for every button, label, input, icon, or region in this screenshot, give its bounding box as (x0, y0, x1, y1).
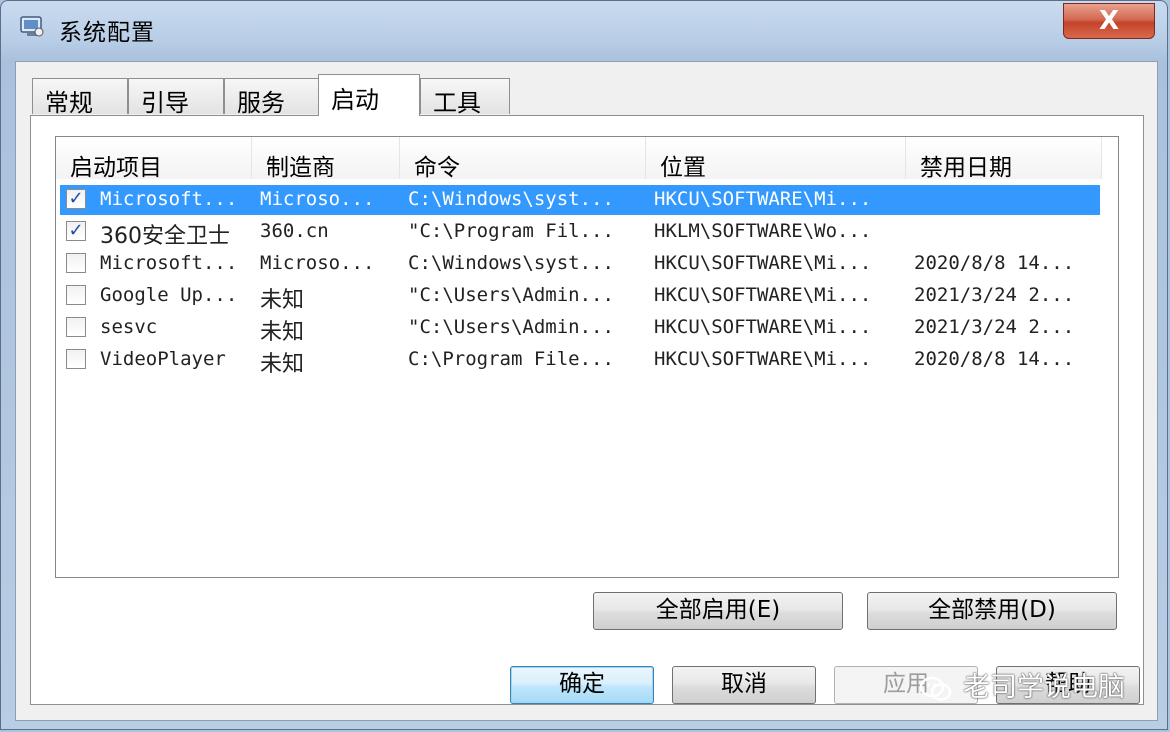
ok-button[interactable]: 确定 (510, 666, 654, 704)
cell-location: HKCU\SOFTWARE\Mi... (654, 188, 872, 210)
watermark-text: 老司学说电脑 (963, 672, 1125, 703)
cell-startup-item: VideoPlayer (100, 348, 226, 370)
cell-command: C:\Windows\syst... (408, 252, 614, 274)
tab-label: 工具 (433, 89, 481, 117)
column-header-manufacturer[interactable]: 制造商 (252, 137, 400, 181)
window-title: 系统配置 (59, 20, 155, 46)
tab-label: 服务 (237, 89, 285, 117)
cell-startup-item: Google Up... (100, 284, 238, 306)
column-header-disabled-date[interactable]: 禁用日期 (906, 137, 1102, 181)
tab-boot[interactable]: 引导 (128, 78, 224, 117)
cell-manufacturer: 未知 (260, 352, 305, 377)
tab-label: 常规 (45, 89, 93, 117)
cell-startup-item: Microsoft... (100, 252, 238, 274)
cell-disabled-date: 2021/3/24 2... (914, 316, 1075, 338)
msconfig-app-icon (19, 15, 45, 39)
cell-location: HKLM\SOFTWARE\Wo... (654, 220, 872, 242)
cell-location: HKCU\SOFTWARE\Mi... (654, 348, 872, 370)
startup-list[interactable]: 启动项目 制造商 命令 位置 禁用日期 ✓ Microsoft... Microso… (55, 136, 1119, 578)
startup-item-checkbox[interactable] (66, 349, 86, 369)
startup-item-checkbox[interactable] (66, 253, 86, 273)
cell-disabled-date: 2020/8/8 14... (914, 348, 1075, 370)
cell-manufacturer: Microso... (260, 188, 375, 210)
tab-label: 启动 (331, 86, 379, 114)
tab-label: 引导 (141, 89, 189, 117)
tab-startup[interactable]: 启动 (318, 74, 420, 116)
table-row[interactable]: Microsoft... Microso... C:\Windows\syst...… (60, 249, 1100, 279)
enable-all-button[interactable]: 全部启用(E) (593, 592, 843, 630)
cell-disabled-date: 2020/8/8 14... (914, 252, 1075, 274)
cell-startup-item: sesvc (100, 316, 158, 338)
cell-command: "C:\Program Fil... (408, 220, 614, 242)
cancel-button[interactable]: 取消 (672, 666, 816, 704)
startup-item-checkbox[interactable]: ✓ (66, 221, 86, 241)
cell-location: HKCU\SOFTWARE\Mi... (654, 316, 872, 338)
cell-manufacturer: 未知 (260, 288, 305, 313)
cell-location: HKCU\SOFTWARE\Mi... (654, 284, 872, 306)
table-row[interactable]: VideoPlayer 未知 C:\Program File... HKCU\SOFT… (60, 345, 1100, 377)
table-row[interactable]: Google Up... 未知 "C:\Users\Admin... HKCU\SOF… (60, 281, 1100, 313)
list-header: 启动项目 制造商 命令 位置 禁用日期 (56, 137, 1118, 181)
cell-manufacturer: 360.cn (260, 220, 329, 242)
table-row[interactable]: ✓ 360安全卫士 360.cn "C:\Program Fil... HKLM\SOF… (60, 217, 1100, 249)
cell-command: C:\Windows\syst... (408, 188, 614, 210)
cell-manufacturer: Microso... (260, 252, 375, 274)
disable-all-button[interactable]: 全部禁用(D) (867, 592, 1117, 630)
tab-general[interactable]: 常规 (32, 78, 128, 117)
table-row[interactable]: ✓ Microsoft... Microso... C:\Windows\syst..… (60, 185, 1100, 215)
column-header-location[interactable]: 位置 (646, 137, 906, 181)
table-row[interactable]: sesvc 未知 "C:\Users\Admin... HKCU\SOFTWARE\M… (60, 313, 1100, 345)
cell-manufacturer: 未知 (260, 320, 305, 345)
cell-command: "C:\Users\Admin... (408, 284, 614, 306)
cell-disabled-date: 2021/3/24 2... (914, 284, 1075, 306)
startup-item-checkbox[interactable] (66, 285, 86, 305)
cell-command: "C:\Users\Admin... (408, 316, 614, 338)
cell-startup-item: 360安全卫士 (100, 224, 230, 249)
close-icon: X (1098, 6, 1120, 36)
tab-services[interactable]: 服务 (224, 78, 320, 117)
wechat-icon (919, 675, 953, 703)
cell-command: C:\Program File... (408, 348, 614, 370)
column-header-startup-item[interactable]: 启动项目 (56, 137, 252, 181)
client-area: 常规 引导 服务 启动 工具 启动项目 制造商 命令 位置 禁用日期 ✓ Micr… (15, 61, 1158, 721)
cell-startup-item: Microsoft... (100, 188, 238, 210)
startup-item-checkbox[interactable] (66, 317, 86, 337)
tab-tools[interactable]: 工具 (420, 78, 510, 117)
watermark: 老司学说电脑 (919, 665, 1149, 705)
close-button[interactable]: X (1063, 3, 1155, 39)
startup-tab-panel: 启动项目 制造商 命令 位置 禁用日期 ✓ Microsoft... Microso… (30, 115, 1144, 705)
system-config-window: 系统配置 X 常规 引导 服务 启动 工具 启动项目 制造商 命令 位置 禁用日… (0, 0, 1168, 730)
cell-location: HKCU\SOFTWARE\Mi... (654, 252, 872, 274)
startup-item-checkbox[interactable]: ✓ (66, 189, 86, 209)
column-header-command[interactable]: 命令 (400, 137, 646, 181)
